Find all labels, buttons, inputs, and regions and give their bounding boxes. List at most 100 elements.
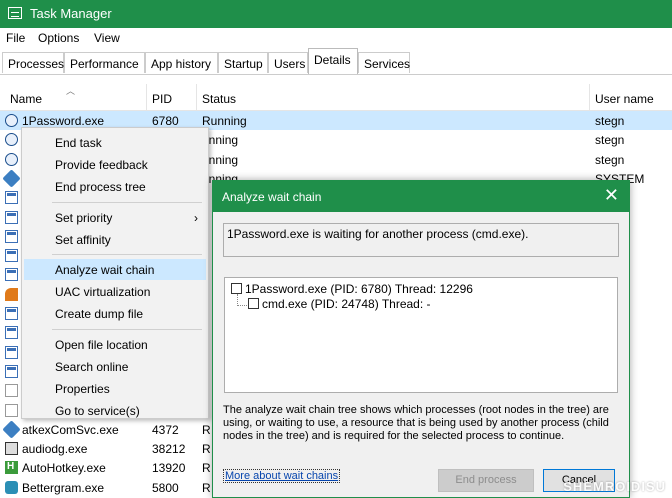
menu-item-label: Go to service(s) — [55, 404, 140, 419]
orange-icon — [5, 287, 18, 301]
process-name: 1Password.exe — [22, 114, 105, 128]
gear-icon — [2, 420, 21, 439]
process-name: atkexComSvc.exe — [22, 422, 119, 437]
column-pid[interactable]: PID — [152, 92, 172, 106]
process-checkbox[interactable] — [231, 283, 242, 294]
close-icon[interactable]: ✕ — [604, 186, 619, 204]
process-status: R — [202, 480, 211, 495]
document-icon — [5, 384, 18, 398]
menu-item-create-dump-file[interactable]: Create dump file — [22, 303, 208, 324]
tree-node-root[interactable]: 1Password.exe (PID: 6780) Thread: 12296 — [245, 282, 473, 296]
dialog-title-bar[interactable]: Analyze wait chain ✕ — [213, 181, 629, 212]
wait-chain-message-box: 1Password.exe is waiting for another pro… — [223, 223, 619, 257]
menu-item-label: End process tree — [55, 180, 146, 195]
process-status: Running — [202, 114, 247, 128]
watermark: SHEMROIDISU — [563, 479, 666, 494]
wait-chain-message: 1Password.exe is waiting for another pro… — [227, 227, 529, 241]
menu-item-search-online[interactable]: Search online — [22, 356, 208, 377]
menu-item-label: Set priority — [55, 210, 113, 225]
menu-bar: File Options View — [0, 28, 672, 48]
document-icon — [5, 403, 18, 417]
dialog-title: Analyze wait chain — [222, 190, 322, 204]
menu-item-label: Search online — [55, 359, 129, 374]
menu-item-label: Properties — [55, 382, 110, 396]
window-icon — [5, 307, 18, 320]
process-pid: 4372 — [152, 422, 179, 437]
column-user-name[interactable]: User name — [595, 92, 654, 106]
menu-item-label: End task — [55, 136, 102, 150]
menu-item-properties[interactable]: Properties — [22, 378, 208, 399]
window-icon — [5, 210, 18, 224]
column-divider[interactable] — [196, 84, 197, 110]
window-icon — [5, 326, 18, 340]
column-divider[interactable] — [146, 84, 147, 110]
menu-item-label: Create dump file — [55, 307, 144, 322]
1password-icon — [5, 133, 18, 147]
menu-separator — [52, 254, 202, 255]
window-icon — [5, 345, 18, 359]
menu-item-set-affinity[interactable]: Set affinity — [22, 229, 208, 250]
menu-item-label: Open file location — [55, 337, 148, 352]
tab-strip: Processes Performance App history Startu… — [0, 48, 672, 75]
menu-item-uac-virtualization[interactable]: UAC virtualization — [22, 281, 208, 302]
analyze-wait-chain-dialog: Analyze wait chain ✕ 1Password.exe is wa… — [212, 180, 630, 498]
column-divider[interactable] — [589, 84, 590, 110]
chevron-right-icon: › — [194, 210, 198, 225]
wait-chain-tree[interactable]: 1Password.exe (PID: 6780) Thread: 12296 … — [224, 277, 618, 393]
column-name[interactable]: Name — [10, 92, 42, 106]
menu-item-set-priority[interactable]: Set priority › — [22, 207, 208, 228]
gear-icon — [2, 169, 21, 188]
menu-view[interactable]: View — [94, 31, 120, 45]
menu-item-end-process-tree[interactable]: End process tree — [22, 176, 208, 197]
window-icon — [5, 268, 18, 282]
window-icon — [5, 364, 18, 378]
1password-icon — [5, 114, 18, 127]
process-user: stegn — [595, 133, 625, 148]
process-name: audiodg.exe — [22, 442, 88, 457]
process-user: stegn — [595, 114, 625, 128]
menu-item-label: Provide feedback — [55, 158, 148, 173]
process-status: R — [202, 461, 211, 476]
menu-item-analyze-wait-chain[interactable]: Analyze wait chain — [24, 259, 206, 280]
menu-item-end-task[interactable]: End task — [22, 132, 208, 153]
process-pid: 6780 — [152, 114, 179, 128]
tree-node-child[interactable]: cmd.exe (PID: 24748) Thread: - — [262, 297, 431, 311]
menu-item-go-to-service-s[interactable]: Go to service(s) — [22, 400, 208, 421]
menu-item-provide-feedback[interactable]: Provide feedback — [22, 154, 208, 175]
process-pid: 13920 — [152, 461, 186, 476]
wait-chain-description: The analyze wait chain tree shows which … — [223, 404, 609, 442]
menu-separator — [52, 201, 202, 203]
tab-performance[interactable]: Performance — [64, 52, 145, 73]
tab-details[interactable]: Details — [308, 48, 358, 74]
menu-options[interactable]: Options — [38, 31, 79, 45]
menu-item-label: UAC virtualization — [55, 285, 151, 300]
tab-startup[interactable]: Startup — [218, 52, 268, 73]
process-status: R — [202, 422, 211, 437]
menu-item-open-file-location[interactable]: Open file location — [22, 334, 208, 355]
process-pid: 38212 — [152, 442, 186, 457]
process-user: stegn — [595, 152, 625, 167]
speaker-icon — [5, 442, 18, 456]
tab-services[interactable]: Services — [358, 52, 410, 73]
title-bar[interactable]: Task Manager — [0, 0, 672, 28]
tab-users[interactable]: Users — [268, 52, 308, 73]
process-name: Bettergram.exe — [22, 480, 105, 495]
column-header-row: Name PID Status User name — [0, 84, 672, 111]
autohotkey-icon — [5, 461, 18, 475]
menu-file[interactable]: File — [6, 31, 25, 45]
menu-item-label: Analyze wait chain — [55, 263, 155, 277]
tab-processes[interactable]: Processes — [2, 52, 64, 73]
tab-app-history[interactable]: App history — [145, 52, 218, 73]
tree-connector — [237, 305, 247, 307]
process-status: R — [202, 442, 211, 457]
context-menu: End task Provide feedback End process tree… — [21, 127, 209, 419]
end-process-button[interactable]: End process — [438, 469, 534, 492]
1password-icon — [5, 152, 18, 166]
column-status[interactable]: Status — [202, 92, 236, 106]
window-icon — [5, 229, 18, 243]
more-about-wait-chains-link[interactable]: More about wait chains — [223, 469, 341, 483]
task-manager-icon — [8, 7, 22, 19]
process-checkbox[interactable] — [248, 298, 259, 309]
process-pid: 5800 — [152, 480, 179, 495]
process-name: AutoHotkey.exe — [22, 461, 106, 476]
